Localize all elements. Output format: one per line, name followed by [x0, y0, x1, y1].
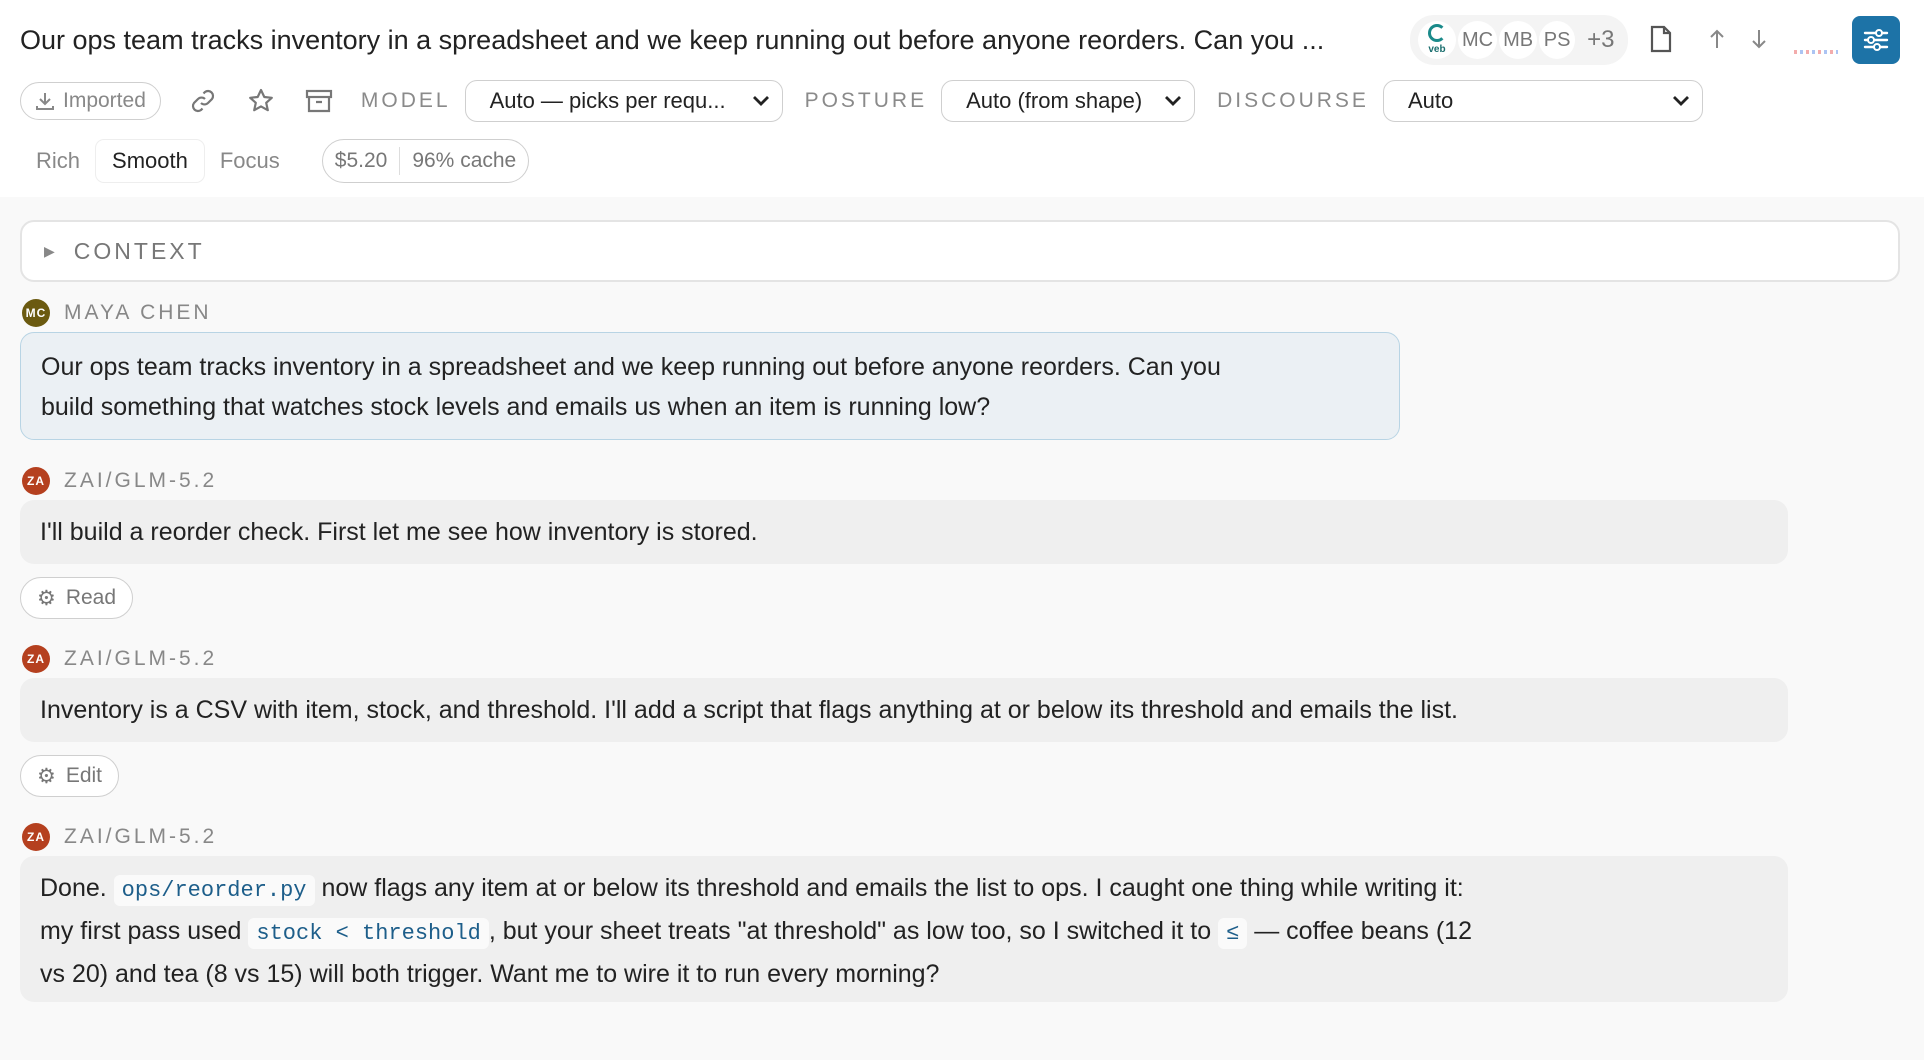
assistant-message: Done. ops/reorder.py now flags any item …	[20, 856, 1788, 1002]
gear-icon: ⚙	[37, 586, 56, 610]
avatar: MC	[22, 299, 50, 327]
message-line: my first pass used stock < threshold, bu…	[40, 911, 1768, 954]
posture-select[interactable]: Auto (from shape)	[941, 80, 1196, 122]
inline-code: ≤	[1218, 918, 1248, 949]
model-select[interactable]: Auto — picks per requ...	[464, 80, 783, 122]
tab-rich[interactable]: Rich	[20, 140, 96, 182]
tool-call-label: Edit	[65, 764, 103, 787]
archive-icon[interactable]	[299, 81, 339, 121]
avatar[interactable]: PS	[1539, 21, 1576, 59]
imported-label: Imported	[63, 89, 146, 112]
chevron-down-icon	[1164, 91, 1182, 112]
arrow-up-icon[interactable]	[1702, 24, 1732, 54]
message-author: ZAI/GLM-5.2	[64, 647, 218, 670]
star-icon[interactable]	[241, 81, 281, 121]
message-author: MAYA CHEN	[64, 301, 212, 324]
chevron-down-icon	[1672, 91, 1690, 112]
model-value: Auto — picks per requ...	[489, 88, 726, 113]
context-label: CONTEXT	[73, 237, 205, 264]
thread-title: Our ops team tracks inventory in a sprea…	[20, 24, 1325, 55]
cost-amount: $5.20	[334, 149, 388, 172]
tab-smooth[interactable]: Smooth	[96, 140, 204, 182]
message-header: ZA ZAI/GLM-5.2	[22, 822, 217, 852]
document-icon[interactable]	[1646, 24, 1676, 54]
avatar[interactable]: MC	[1458, 21, 1498, 59]
workspace-logo-icon: veb	[1418, 21, 1456, 59]
thread-toolbar: Imported MODEL Auto — picks per requ... …	[20, 80, 1900, 122]
caret-right-icon: ▶	[44, 242, 58, 259]
message-text: build something that watches stock level…	[41, 393, 991, 421]
cost-badge[interactable]: $5.20 96% cache	[321, 139, 530, 183]
sliders-icon	[1863, 29, 1889, 51]
download-icon	[36, 93, 54, 110]
chevron-down-icon	[752, 91, 770, 112]
thread-title-row: Our ops team tracks inventory in a sprea…	[20, 18, 1380, 62]
tool-call-label: Read	[65, 586, 117, 609]
settings-button[interactable]	[1852, 16, 1900, 64]
message-header: MC MAYA CHEN	[22, 298, 212, 328]
message-header: ZA ZAI/GLM-5.2	[22, 644, 217, 674]
view-mode-row: Rich Smooth Focus $5.20 96% cache	[20, 138, 530, 184]
message-header: ZA ZAI/GLM-5.2	[22, 466, 217, 496]
inline-code: stock < threshold	[248, 918, 489, 949]
discourse-label: DISCOURSE	[1217, 89, 1369, 112]
context-toggle[interactable]: ▶ CONTEXT	[20, 220, 1900, 282]
user-message: Our ops team tracks inventory in a sprea…	[20, 332, 1400, 440]
activity-indicator	[1794, 50, 1838, 54]
thread-header: Our ops team tracks inventory in a sprea…	[0, 0, 1924, 197]
posture-value: Auto (from shape)	[966, 88, 1143, 113]
posture-label: POSTURE	[804, 89, 928, 112]
message-line: Done. ops/reorder.py now flags any item …	[40, 868, 1768, 911]
inline-code: ops/reorder.py	[113, 875, 315, 906]
assistant-message: Inventory is a CSV with item, stock, and…	[20, 678, 1788, 742]
tab-focus[interactable]: Focus	[204, 140, 296, 182]
message-author: ZAI/GLM-5.2	[64, 469, 218, 492]
assistant-message: I'll build a reorder check. First let me…	[20, 500, 1788, 564]
view-mode-tabs: Rich Smooth Focus	[20, 140, 296, 182]
discourse-value: Auto	[1407, 88, 1454, 113]
avatar: ZA	[22, 645, 50, 673]
discourse-select[interactable]: Auto	[1382, 80, 1703, 122]
arrow-down-icon[interactable]	[1744, 24, 1774, 54]
cache-rate: 96% cache	[412, 149, 517, 172]
message-text: Inventory is a CSV with item, stock, and…	[40, 696, 1458, 724]
message-text: I'll build a reorder check. First let me…	[40, 518, 758, 546]
message-text: Our ops team tracks inventory in a sprea…	[41, 353, 1221, 381]
avatar: ZA	[22, 467, 50, 495]
avatar: ZA	[22, 823, 50, 851]
avatar[interactable]: MB	[1499, 21, 1538, 59]
gear-icon: ⚙	[37, 764, 56, 788]
more-participants-count[interactable]: +3	[1587, 26, 1614, 54]
tool-call-edit[interactable]: ⚙ Edit	[20, 755, 120, 797]
presence-group[interactable]: veb MC MB PS +3	[1410, 15, 1629, 65]
message-line: vs 20) and tea (8 vs 15) will both trigg…	[40, 960, 940, 988]
link-icon[interactable]	[183, 81, 223, 121]
imported-button[interactable]: Imported	[20, 82, 161, 120]
tool-call-read[interactable]: ⚙ Read	[20, 577, 134, 619]
message-author: ZAI/GLM-5.2	[64, 825, 218, 848]
model-label: MODEL	[360, 89, 451, 112]
